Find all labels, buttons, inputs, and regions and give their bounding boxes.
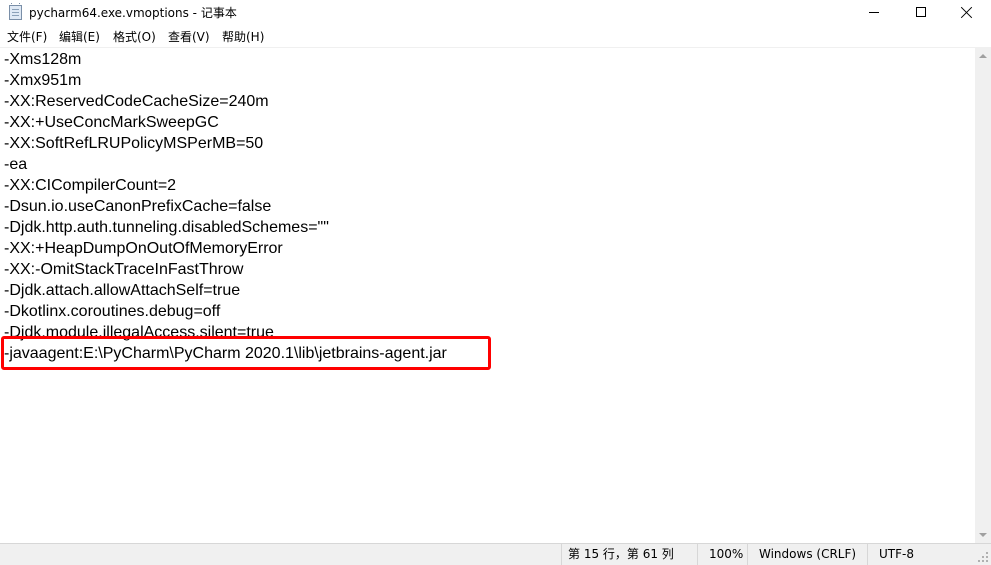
close-icon [961, 6, 973, 18]
text-line: -Djdk.attach.allowAttachSelf=true [4, 282, 241, 299]
close-button[interactable] [944, 0, 990, 26]
text-line: -Xmx951m [4, 72, 82, 89]
resize-grip-icon[interactable] [976, 550, 989, 563]
maximize-button[interactable] [898, 0, 944, 26]
text-line: -XX:ReservedCodeCacheSize=240m [4, 93, 269, 110]
menu-view[interactable]: 查看(V) [168, 29, 210, 45]
text-line: -ea [4, 156, 28, 173]
menu-help[interactable]: 帮助(H) [222, 29, 264, 45]
minimize-button[interactable] [852, 0, 898, 26]
title-bar[interactable]: pycharm64.exe.vmoptions - 记事本 [0, 0, 991, 26]
menu-file[interactable]: 文件(F) [7, 29, 47, 45]
menu-format[interactable]: 格式(O) [113, 29, 156, 45]
text-editor[interactable]: -Xms128m -Xmx951m -XX:ReservedCodeCacheS… [0, 48, 975, 543]
encoding: UTF-8 [867, 544, 967, 565]
minimize-icon [869, 12, 879, 13]
vertical-scrollbar[interactable] [975, 48, 991, 543]
maximize-icon [916, 7, 926, 17]
text-line: -Djdk.http.auth.tunneling.disabledScheme… [4, 219, 329, 236]
menu-bar: 文件(F) 编辑(E) 格式(O) 查看(V) 帮助(H) [0, 26, 991, 48]
text-line: -XX:+HeapDumpOnOutOfMemoryError [4, 240, 283, 257]
text-line: -XX:SoftRefLRUPolicyMSPerMB=50 [4, 135, 264, 152]
line-ending: Windows (CRLF) [747, 544, 867, 565]
scroll-down-arrow-icon[interactable] [975, 526, 991, 543]
scroll-up-arrow-icon[interactable] [975, 48, 991, 65]
cursor-position: 第 15 行，第 61 列 [561, 544, 697, 565]
text-line: -XX:+UseConcMarkSweepGC [4, 114, 219, 131]
text-line: -XX:-OmitStackTraceInFastThrow [4, 261, 244, 278]
notepad-icon[interactable] [9, 3, 22, 20]
menu-edit[interactable]: 编辑(E) [59, 29, 100, 45]
highlight-annotation [1, 336, 491, 370]
text-line: -Dkotlinx.coroutines.debug=off [4, 303, 221, 320]
zoom-level: 100% [697, 544, 747, 565]
text-line: -Xms128m [4, 51, 82, 68]
text-line: -Dsun.io.useCanonPrefixCache=false [4, 198, 272, 215]
status-bar: 第 15 行，第 61 列 100% Windows (CRLF) UTF-8 [0, 543, 991, 565]
window-title: pycharm64.exe.vmoptions - 记事本 [29, 6, 237, 20]
text-line: -XX:CICompilerCount=2 [4, 177, 177, 194]
